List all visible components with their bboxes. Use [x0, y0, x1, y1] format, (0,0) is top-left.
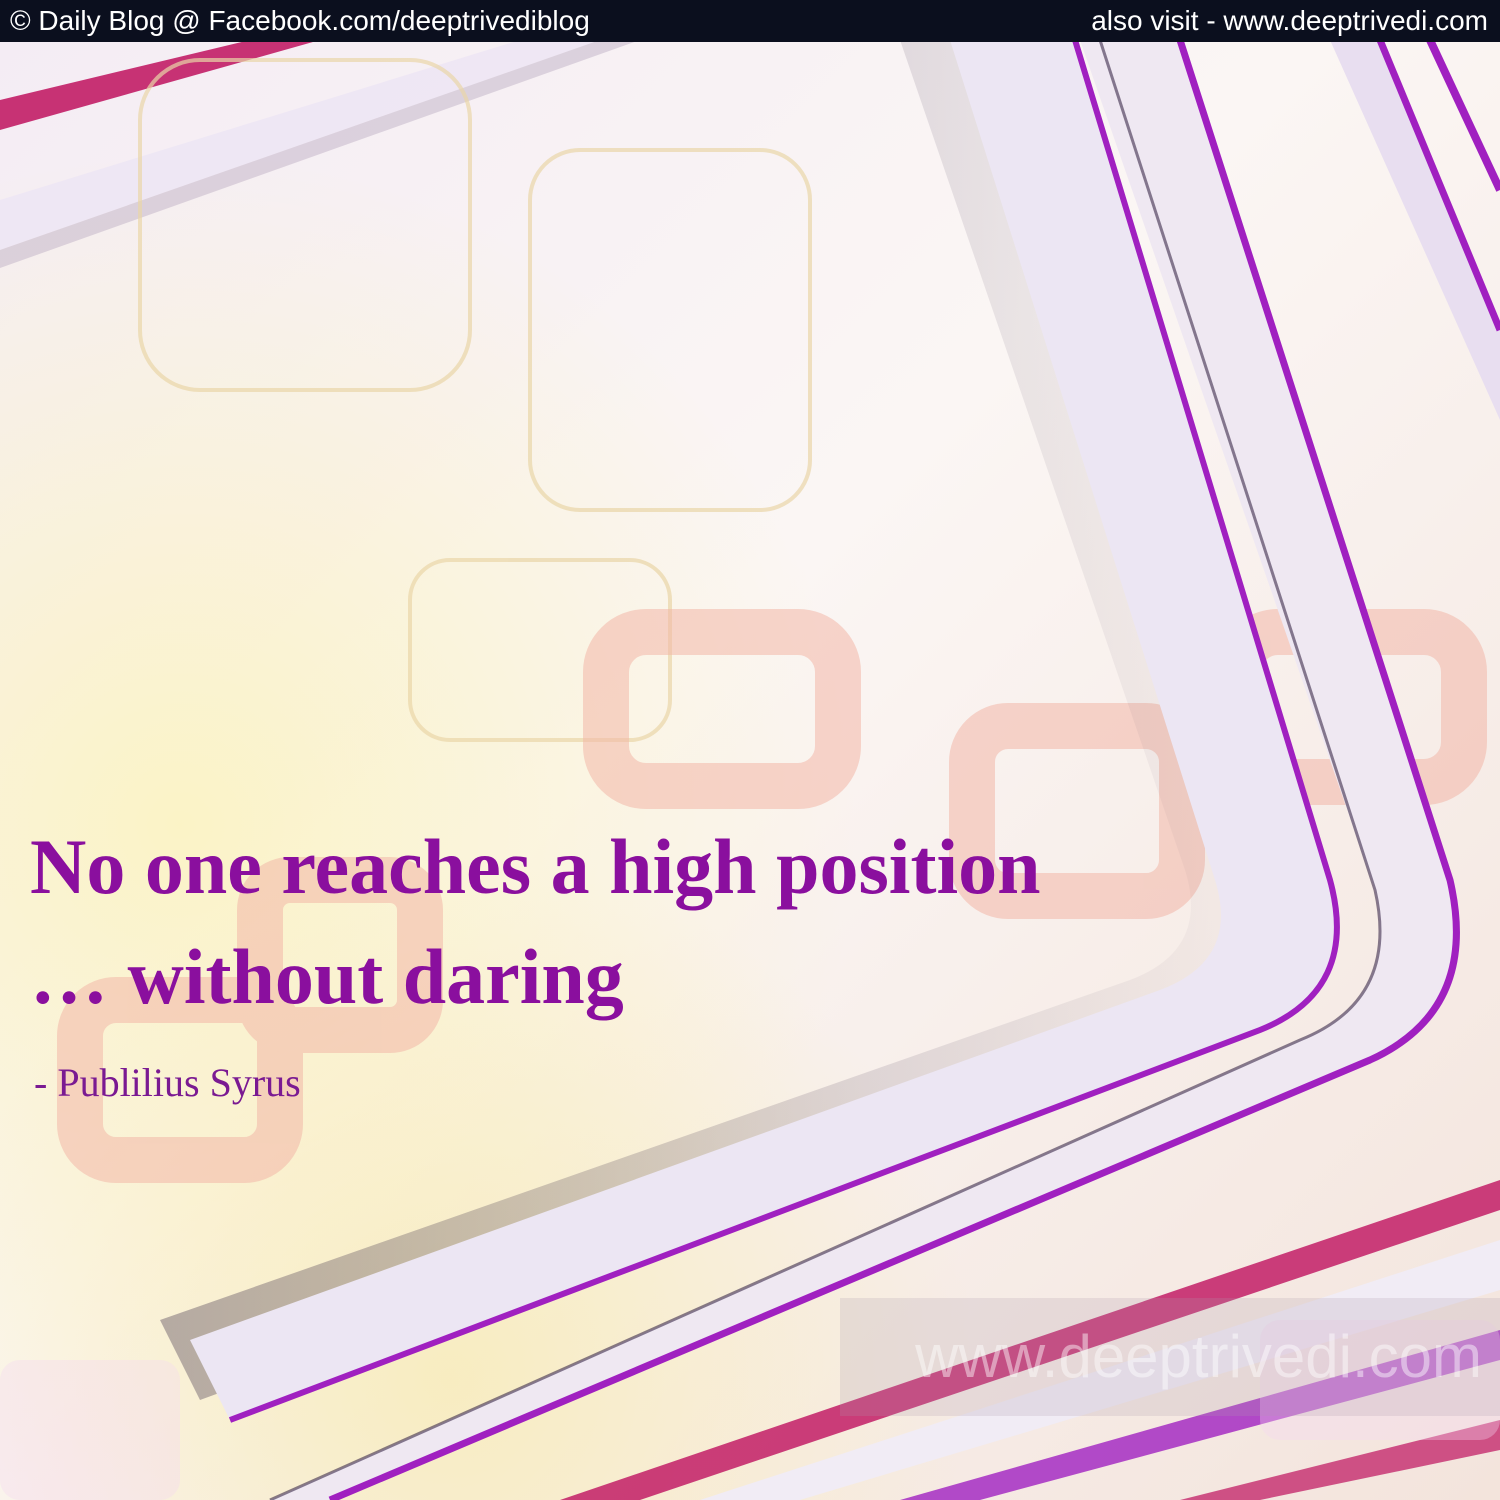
quote-text: No one reaches a high position … without…	[30, 812, 1041, 1032]
header-bar: © Daily Blog @ Facebook.com/deeptrivedib…	[0, 0, 1500, 42]
watermark-text: www.deeptrivedi.com	[915, 1323, 1482, 1390]
facebook-credit[interactable]: © Daily Blog @ Facebook.com/deeptrivedib…	[10, 0, 590, 42]
abstract-background	[0, 0, 1500, 1500]
quote-line-1: No one reaches a high position	[30, 823, 1041, 910]
quote-image: © Daily Blog @ Facebook.com/deeptrivedib…	[0, 0, 1500, 1500]
quote-line-2: … without daring	[30, 933, 624, 1020]
website-link[interactable]: also visit - www.deeptrivedi.com	[1091, 0, 1488, 42]
quote-author: - Publilius Syrus	[34, 1060, 301, 1105]
